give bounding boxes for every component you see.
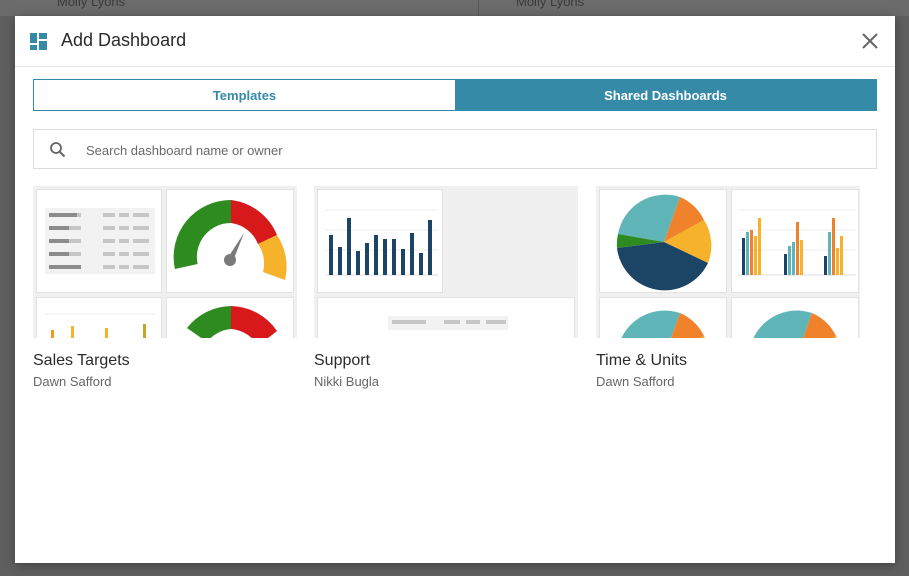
dashboard-card-sales-targets[interactable]: Sales Targets Dawn Safford	[33, 186, 297, 389]
dashboard-name: Time & Units	[596, 352, 687, 369]
thumbnail-gauge-tile	[166, 297, 294, 338]
background-owner-name: Molly Lyons	[57, 0, 126, 9]
dashboard-name: Support	[314, 352, 371, 369]
dashboard-thumbnail	[33, 186, 297, 338]
thumbnail-table-tile	[36, 189, 162, 293]
close-icon[interactable]	[859, 30, 881, 52]
background-owner-name: Molly Lyons	[516, 0, 585, 9]
dashboard-thumbnail	[314, 186, 578, 338]
dashboard-name: Sales Targets	[33, 352, 130, 369]
background-page: Molly Lyons Molly Lyons	[0, 0, 909, 16]
dialog-header: Add Dashboard	[15, 16, 895, 67]
dashboard-owner: Dawn Safford	[596, 374, 675, 389]
dialog-title: Add Dashboard	[61, 30, 187, 50]
dashboard-card-support[interactable]: Support Nikki Bugla	[314, 186, 578, 389]
dashboard-source-tabs: Templates Shared Dashboards	[33, 79, 877, 111]
dashboard-thumbnail	[596, 186, 860, 338]
thumbnail-gauge-tile	[166, 189, 294, 293]
tab-shared-dashboards[interactable]: Shared Dashboards	[455, 80, 876, 110]
dashboard-owner: Dawn Safford	[33, 374, 112, 389]
thumbnail-bar-tile	[317, 189, 443, 293]
thumbnail-pie-tile	[731, 297, 859, 338]
thumbnail-pie-tile	[599, 189, 727, 293]
search-box	[33, 129, 877, 169]
tab-templates[interactable]: Templates	[34, 80, 455, 110]
dashboard-icon	[30, 33, 47, 50]
thumbnail-grouped-bar-tile	[731, 189, 859, 293]
search-icon	[50, 142, 66, 158]
dashboard-card-time-and-units[interactable]: Time & Units Dawn Safford	[596, 186, 860, 389]
background-divider	[478, 0, 479, 16]
add-dashboard-dialog: Add Dashboard Templates Shared Dashboard…	[15, 16, 895, 563]
thumbnail-bar-tile	[36, 297, 162, 338]
search-input[interactable]	[84, 138, 858, 162]
thumbnail-table-tile	[317, 297, 575, 338]
thumbnail-pie-tile	[599, 297, 727, 338]
dashboard-owner: Nikki Bugla	[314, 374, 380, 389]
